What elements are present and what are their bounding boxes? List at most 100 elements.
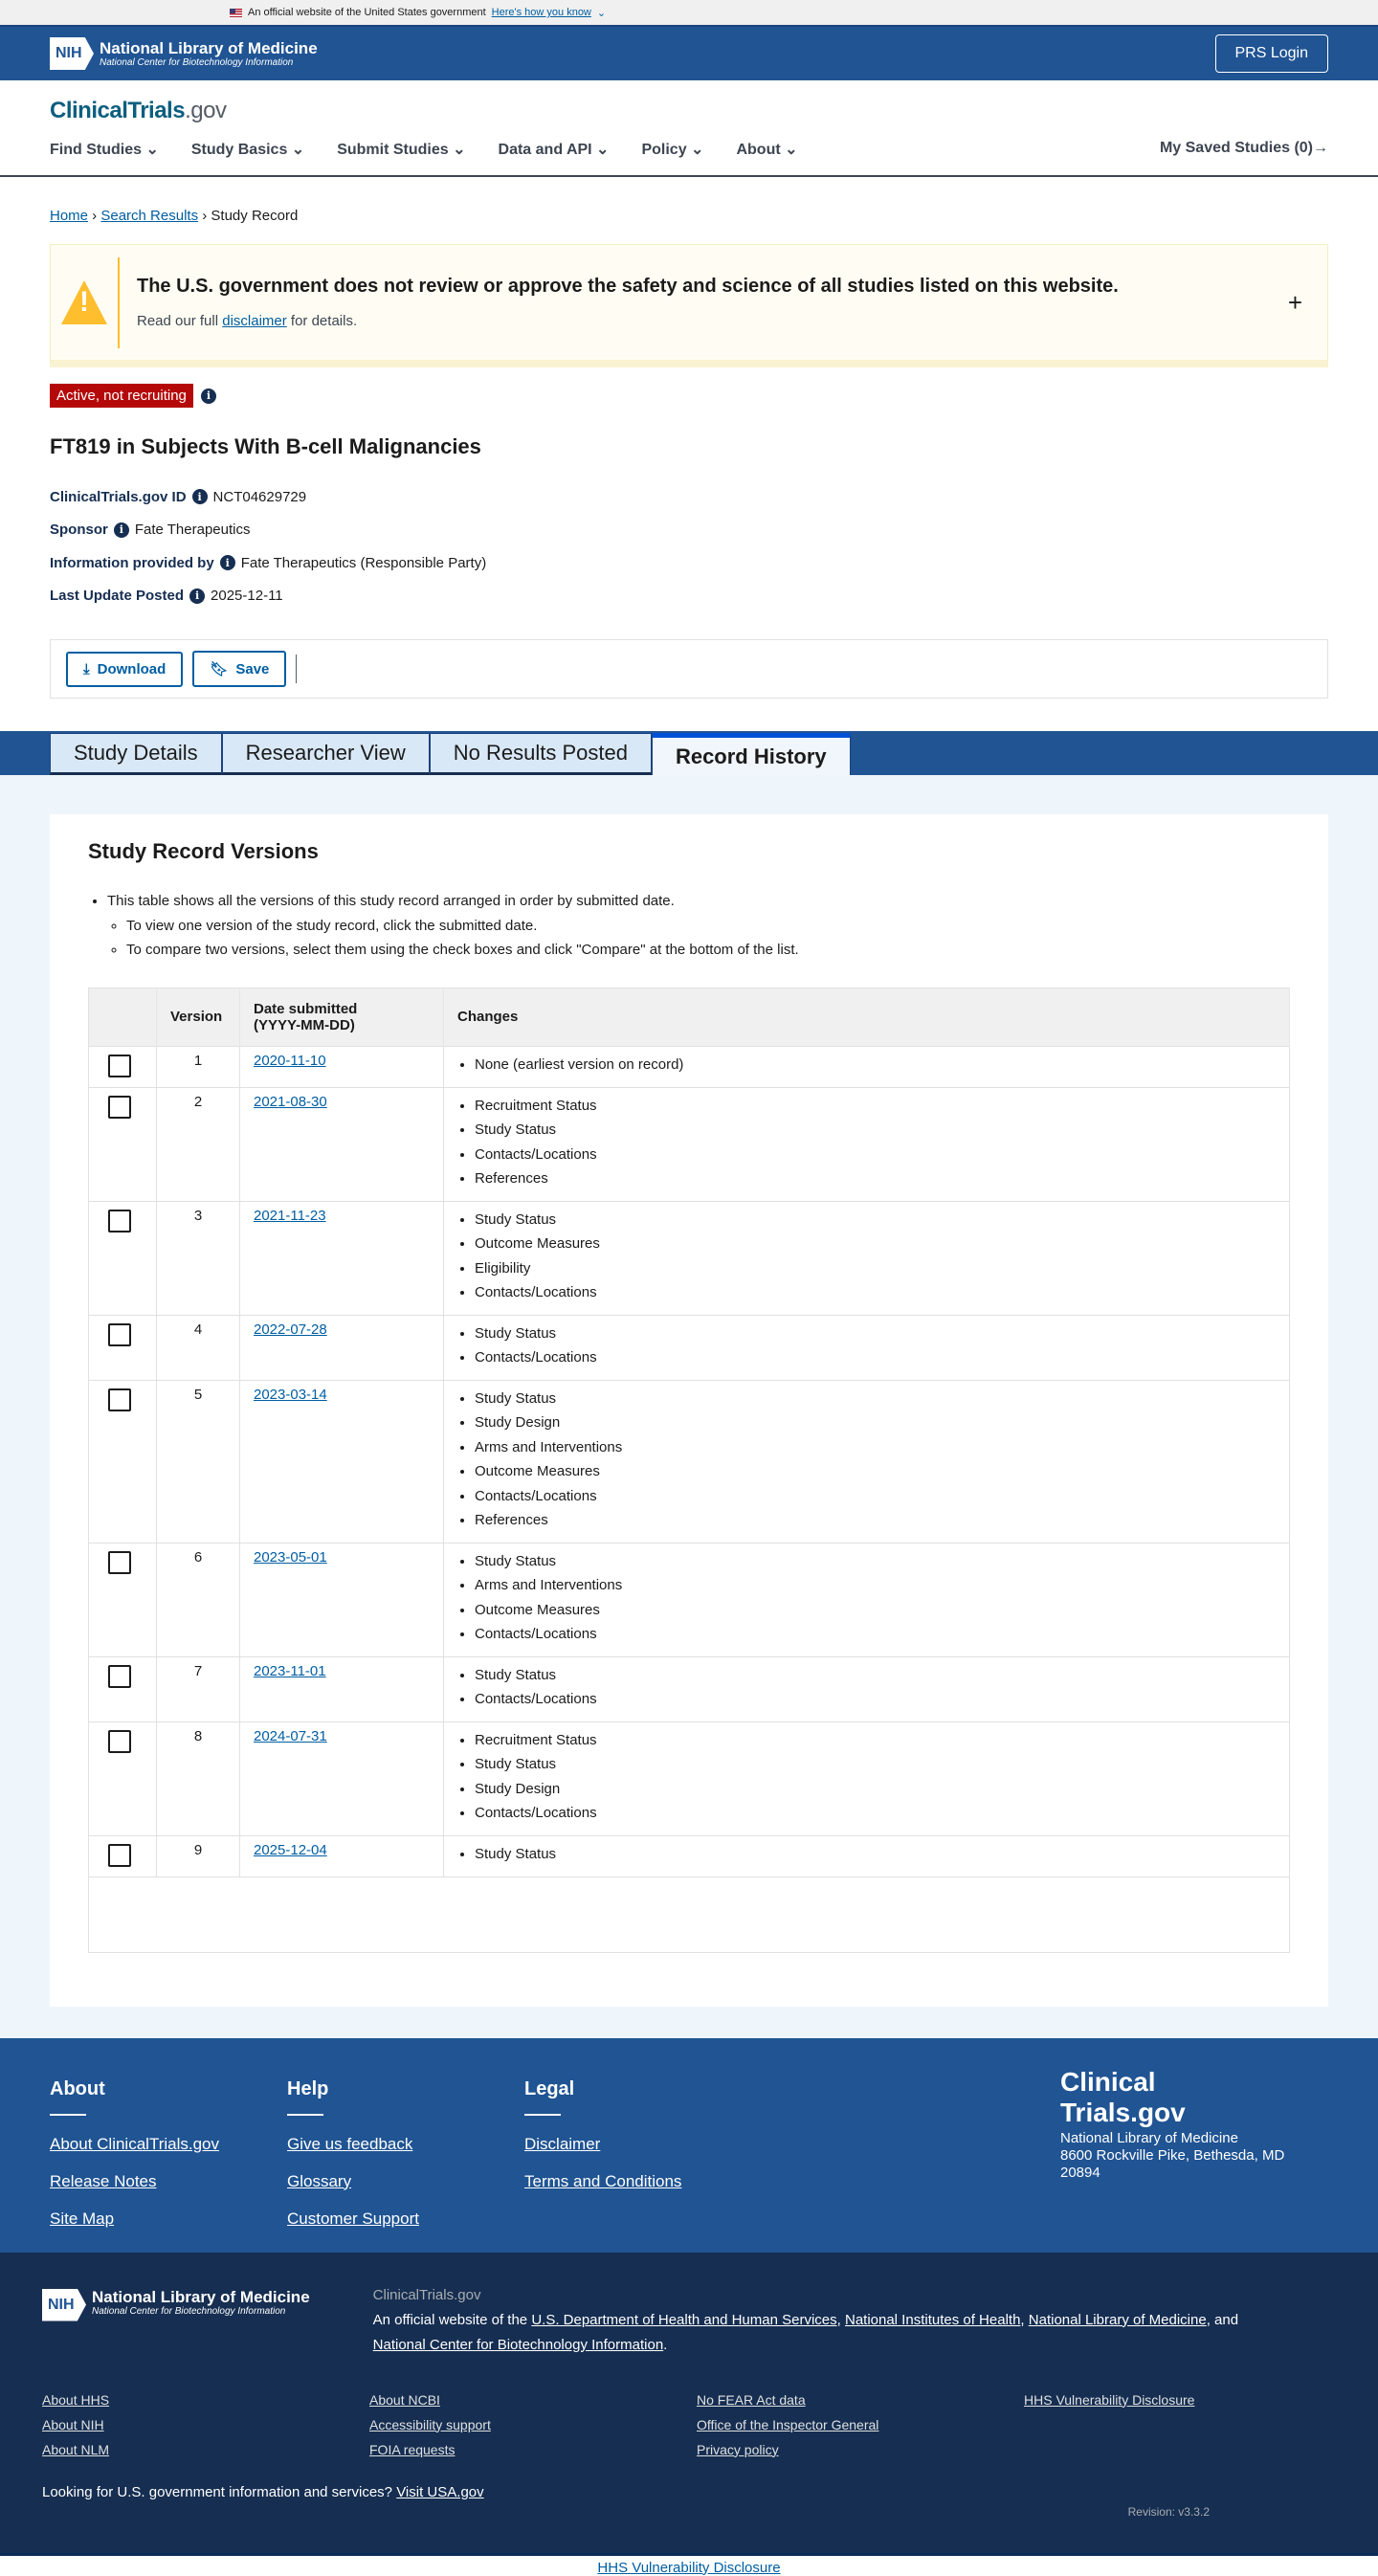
tab-researcher-view[interactable]: Researcher View [221, 733, 430, 775]
ncbi-name: National Center for Biotechnology Inform… [100, 56, 294, 68]
bookmark-icon: 🔖︎ [210, 661, 229, 677]
expand-plus-icon[interactable]: + [1288, 288, 1302, 318]
tab-record-history[interactable]: Record History [651, 733, 851, 775]
study-fields: ClinicalTrials.gov ID i NCT04629729 Sponso… [50, 480, 1328, 612]
footer-link[interactable]: FOIA requests [369, 2442, 455, 2457]
footer-link[interactable]: Glossary [287, 2172, 524, 2191]
field-value: Fate Therapeutics (Responsible Party) [240, 554, 487, 571]
info-icon[interactable]: i [191, 489, 208, 505]
compare-checkbox[interactable] [108, 1209, 131, 1232]
footer-link[interactable]: Release Notes [50, 2172, 287, 2191]
heres-how-you-know-link[interactable]: Here's how you know [492, 7, 591, 18]
warning-icon [61, 280, 107, 324]
footer-link[interactable]: Privacy policy [697, 2442, 779, 2457]
footer-link[interactable]: Terms and Conditions [524, 2172, 762, 2191]
disclaimer-link[interactable]: disclaimer [222, 313, 287, 329]
footer-link[interactable]: About ClinicalTrials.gov [50, 2135, 287, 2154]
hhs-vulnerability-link[interactable]: HHS Vulnerability Disclosure [597, 2560, 780, 2576]
version-date-link[interactable]: 2020-11-10 [254, 1053, 326, 1069]
version-date-link[interactable]: 2022-07-28 [254, 1321, 327, 1338]
footer-link[interactable]: Site Map [50, 2210, 287, 2229]
compare-checkbox[interactable] [108, 1843, 131, 1867]
instruction: This table shows all the versions of thi… [107, 889, 1290, 963]
change-item: Arms and Interventions [475, 1573, 1276, 1598]
table-row: 2 2021-08-30 Recruitment StatusStudy Statu… [88, 1086, 1290, 1201]
version-number: 2 [156, 1086, 240, 1201]
footer-link[interactable]: Disclaimer [524, 2135, 762, 2154]
ncbi-name: National Center for Biotechnology Inform… [92, 2305, 286, 2317]
clinicaltrials-logo[interactable]: ClinicalTrials.gov [50, 98, 227, 124]
footer-heading: Help [287, 2077, 329, 2099]
instruction: To view one version of the study record,… [126, 914, 1290, 939]
footer-link[interactable]: Accessibility support [369, 2417, 491, 2432]
nav-label: About [736, 142, 781, 158]
change-item: Study Status [475, 1118, 1276, 1143]
nav-policy[interactable]: Policy ⌄ [641, 140, 703, 159]
footer-link[interactable]: No FEAR Act data [697, 2392, 806, 2408]
breadcrumb-home[interactable]: Home [50, 208, 88, 224]
my-saved-studies-link[interactable]: My Saved Studies (0)→ [1160, 140, 1328, 159]
breadcrumb-current: Study Record [211, 208, 299, 224]
version-date-link[interactable]: 2023-05-01 [254, 1549, 327, 1566]
breadcrumb-search-results[interactable]: Search Results [100, 208, 198, 224]
compare-checkbox[interactable] [108, 1729, 131, 1753]
nlm-logo[interactable]: NIH National Library of Medicine National … [50, 37, 318, 70]
nav-study-basics[interactable]: Study Basics ⌄ [191, 140, 304, 159]
footer-link[interactable]: Give us feedback [287, 2135, 524, 2154]
nih-logo-icon: NIH [42, 2288, 86, 2321]
hhs-link[interactable]: U.S. Department of Health and Human Serv… [531, 2312, 836, 2328]
nav-about[interactable]: About ⌄ [736, 140, 797, 159]
version-date-link[interactable]: 2021-08-30 [254, 1094, 327, 1110]
nlm-footer-logo[interactable]: NIH National Library of Medicine National … [42, 2288, 310, 2358]
info-icon[interactable]: i [113, 522, 129, 538]
version-number: 5 [156, 1379, 240, 1543]
footer-link[interactable]: About NCBI [369, 2392, 440, 2408]
footer-link[interactable]: About NLM [42, 2442, 109, 2457]
version-number: 4 [156, 1314, 240, 1380]
compare-checkbox[interactable] [108, 1388, 131, 1411]
version-header: Version [156, 988, 240, 1046]
change-item: Study Status [475, 1387, 1276, 1411]
version-number: 6 [156, 1542, 240, 1656]
info-icon[interactable]: i [189, 588, 206, 604]
version-date-link[interactable]: 2023-03-14 [254, 1387, 327, 1403]
ncbi-link[interactable]: National Center for Biotechnology Inform… [373, 2337, 664, 2353]
usa-gov-link[interactable]: Visit USA.gov [396, 2484, 483, 2500]
footer-link[interactable]: About HHS [42, 2392, 109, 2408]
version-date-link[interactable]: 2025-12-04 [254, 1842, 327, 1858]
compare-checkbox[interactable] [108, 1322, 131, 1346]
nav-submit-studies[interactable]: Submit Studies ⌄ [337, 140, 465, 159]
info-icon[interactable]: i [219, 555, 235, 571]
version-date-link[interactable]: 2021-11-23 [254, 1208, 326, 1224]
footer-link[interactable]: Office of the Inspector General [697, 2417, 878, 2432]
prs-login-button[interactable]: PRS Login [1214, 34, 1328, 73]
compare-checkbox[interactable] [108, 1664, 131, 1688]
footer-link[interactable]: About NIH [42, 2417, 104, 2432]
footer-link[interactable]: Customer Support [287, 2210, 524, 2229]
section-heading: Study Record Versions [88, 839, 319, 863]
save-button[interactable]: 🔖︎ Save [192, 651, 287, 687]
nav-data-api[interactable]: Data and API ⌄ [499, 140, 610, 159]
instruction: To compare two versions, select them usi… [126, 938, 1290, 963]
version-number: 7 [156, 1655, 240, 1721]
change-item: Arms and Interventions [475, 1435, 1276, 1460]
nav-find-studies[interactable]: Find Studies ⌄ [50, 140, 159, 159]
nih-link[interactable]: National Institutes of Health [845, 2312, 1020, 2328]
compare-checkbox[interactable] [108, 1095, 131, 1119]
nlm-link[interactable]: National Library of Medicine [1029, 2312, 1207, 2328]
compare-checkbox[interactable] [108, 1550, 131, 1574]
official-text: An official website of the [372, 2311, 528, 2328]
footer-link[interactable]: HHS Vulnerability Disclosure [1024, 2392, 1194, 2408]
compare-checkbox[interactable] [108, 1054, 131, 1077]
tab-study-details[interactable]: Study Details [50, 733, 222, 775]
download-button[interactable]: ⤓ Download [66, 651, 184, 687]
table-row: 9 2025-12-04 Study Status [88, 1834, 1290, 1876]
info-icon[interactable]: i [200, 388, 216, 404]
change-item: Study Design [475, 1410, 1276, 1435]
version-date-link[interactable]: 2023-11-01 [254, 1663, 326, 1679]
change-item: Contacts/Locations [475, 1801, 1276, 1826]
study-title: FT819 in Subjects With B-cell Malignanci… [50, 434, 481, 458]
change-item: Contacts/Locations [475, 1143, 1276, 1167]
tab-no-results-posted[interactable]: No Results Posted [429, 733, 652, 775]
version-date-link[interactable]: 2024-07-31 [254, 1728, 327, 1744]
